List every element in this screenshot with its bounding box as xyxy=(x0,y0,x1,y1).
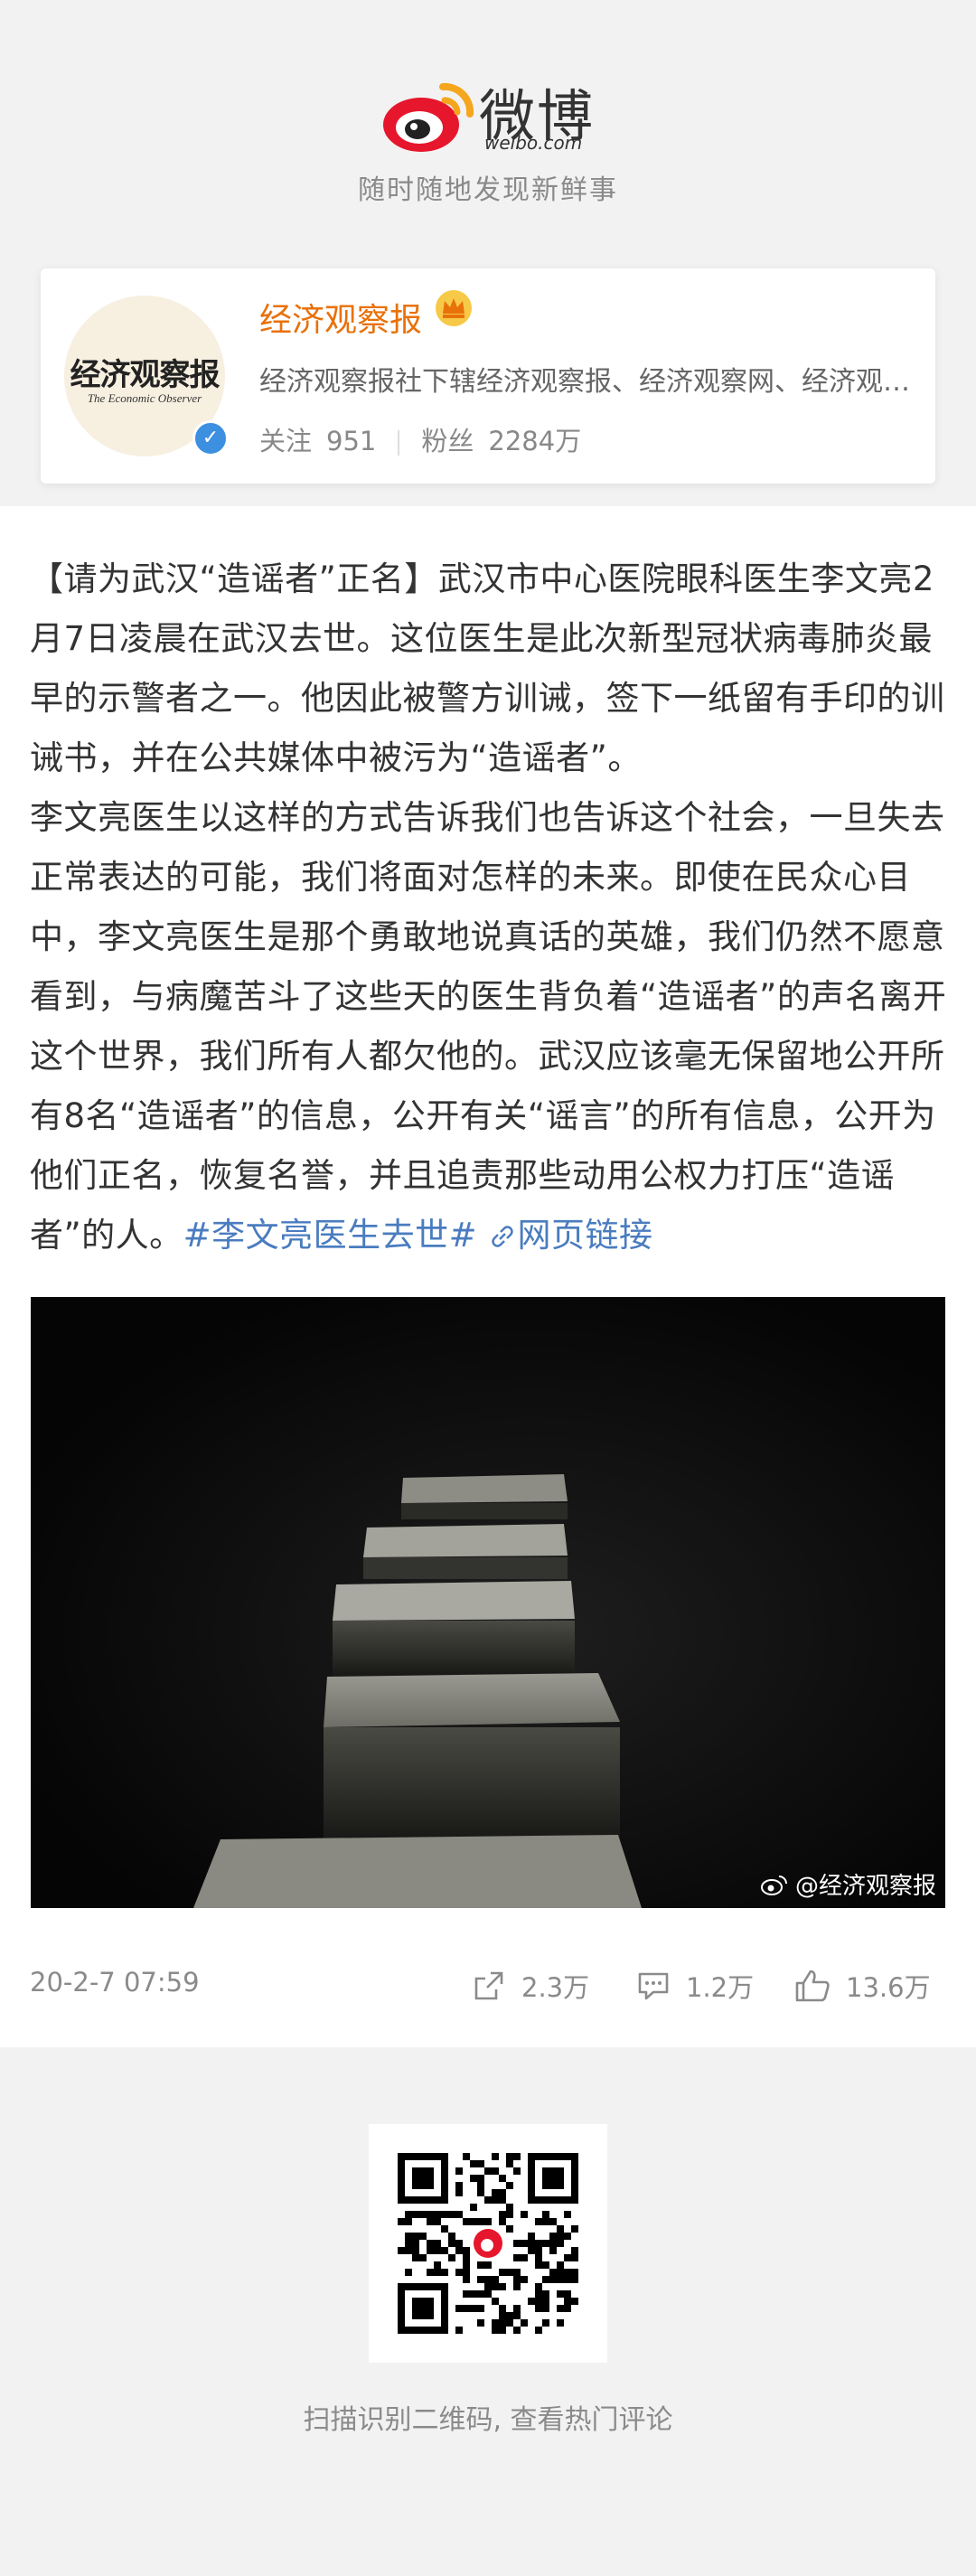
comment-icon xyxy=(638,1972,669,2000)
verified-badge-icon: ✓ xyxy=(192,420,229,456)
post-time: 20-2-7 07:59 xyxy=(30,1967,200,1998)
fans-label: 粉丝 xyxy=(421,426,474,456)
qr-hint: 扫描识别二维码, 查看热门评论 xyxy=(303,2404,673,2436)
web-link[interactable]: 网页链接 xyxy=(488,1216,652,1255)
logo-subtext: weibo.com xyxy=(484,132,583,154)
follow-label: 关注 xyxy=(259,426,313,456)
post-image[interactable]: @经济观察报 xyxy=(31,1297,945,1908)
like-count: 13.6万 xyxy=(846,1972,931,2003)
repost-count: 2.3万 xyxy=(521,1972,590,2003)
profile-stats: 关注 951 粉丝 2284万 xyxy=(259,420,581,458)
repost-button[interactable]: 2.3万 xyxy=(471,1963,589,2008)
post-paragraph-2: 李文亮医生以这样的方式告诉我们也告诉这个社会，一旦失去正常表达的可能，我们将面对… xyxy=(30,788,948,1265)
follow-count: 951 xyxy=(326,426,377,456)
image-watermark: @经济观察报 xyxy=(760,1867,936,1901)
hashtag-link[interactable]: #李文亮医生去世# xyxy=(183,1216,478,1255)
qr-code-image xyxy=(398,2153,578,2334)
stats-divider xyxy=(398,430,400,456)
like-icon xyxy=(795,1970,830,2002)
pillars-photo xyxy=(31,1297,945,1908)
weibo-small-icon xyxy=(760,1876,787,1895)
profile-name[interactable]: 经济观察报 xyxy=(259,294,422,341)
fans-count: 2284万 xyxy=(488,426,582,456)
weibo-eye-icon xyxy=(383,82,474,152)
profile-card[interactable]: 经济观察报 The Economic Observer ✓ 经济观察报 经济观察… xyxy=(41,268,935,484)
comment-button[interactable]: 1.2万 xyxy=(635,1963,754,2008)
web-link-label: 网页链接 xyxy=(517,1216,653,1255)
profile-bio: 经济观察报社下辖经济观察报、经济观察网、经济观察研究院等 xyxy=(259,366,910,398)
image-watermark-text: @经济观察报 xyxy=(794,1873,936,1900)
page-header: 微博 weibo.com 随时随地发现新鲜事 xyxy=(0,0,976,262)
post-paragraph-1: 【请为武汉“造谣者”正名】武汉市中心医院眼科医生李文亮2月7日凌晨在武汉去世。这… xyxy=(30,559,945,777)
like-button[interactable]: 13.6万 xyxy=(793,1963,931,2008)
crown-icon xyxy=(436,290,472,326)
repost-icon xyxy=(474,1971,503,2000)
comment-count: 1.2万 xyxy=(686,1972,755,2003)
post-paragraph-2-text: 李文亮医生以这样的方式告诉我们也告诉这个社会，一旦失去正常表达的可能，我们将面对… xyxy=(30,798,947,1255)
post-card: 【请为武汉“造谣者”正名】武汉市中心医院眼科医生李文亮2月7日凌晨在武汉去世。这… xyxy=(0,506,976,2047)
weibo-logo[interactable]: 微博 weibo.com xyxy=(380,71,596,161)
post-text: 【请为武汉“造谣者”正名】武汉市中心医院眼科医生李文亮2月7日凌晨在武汉去世。这… xyxy=(30,550,948,1265)
post-meta: 20-2-7 07:59 2.3万 1.2万 13.6万 xyxy=(30,1963,945,2008)
tagline: 随时随地发现新鲜事 xyxy=(358,174,618,206)
link-icon xyxy=(492,1226,514,1247)
avatar-subtitle: The Economic Observer xyxy=(87,391,202,405)
qr-code[interactable] xyxy=(369,2124,607,2363)
avatar-title: 经济观察报 xyxy=(70,357,221,393)
